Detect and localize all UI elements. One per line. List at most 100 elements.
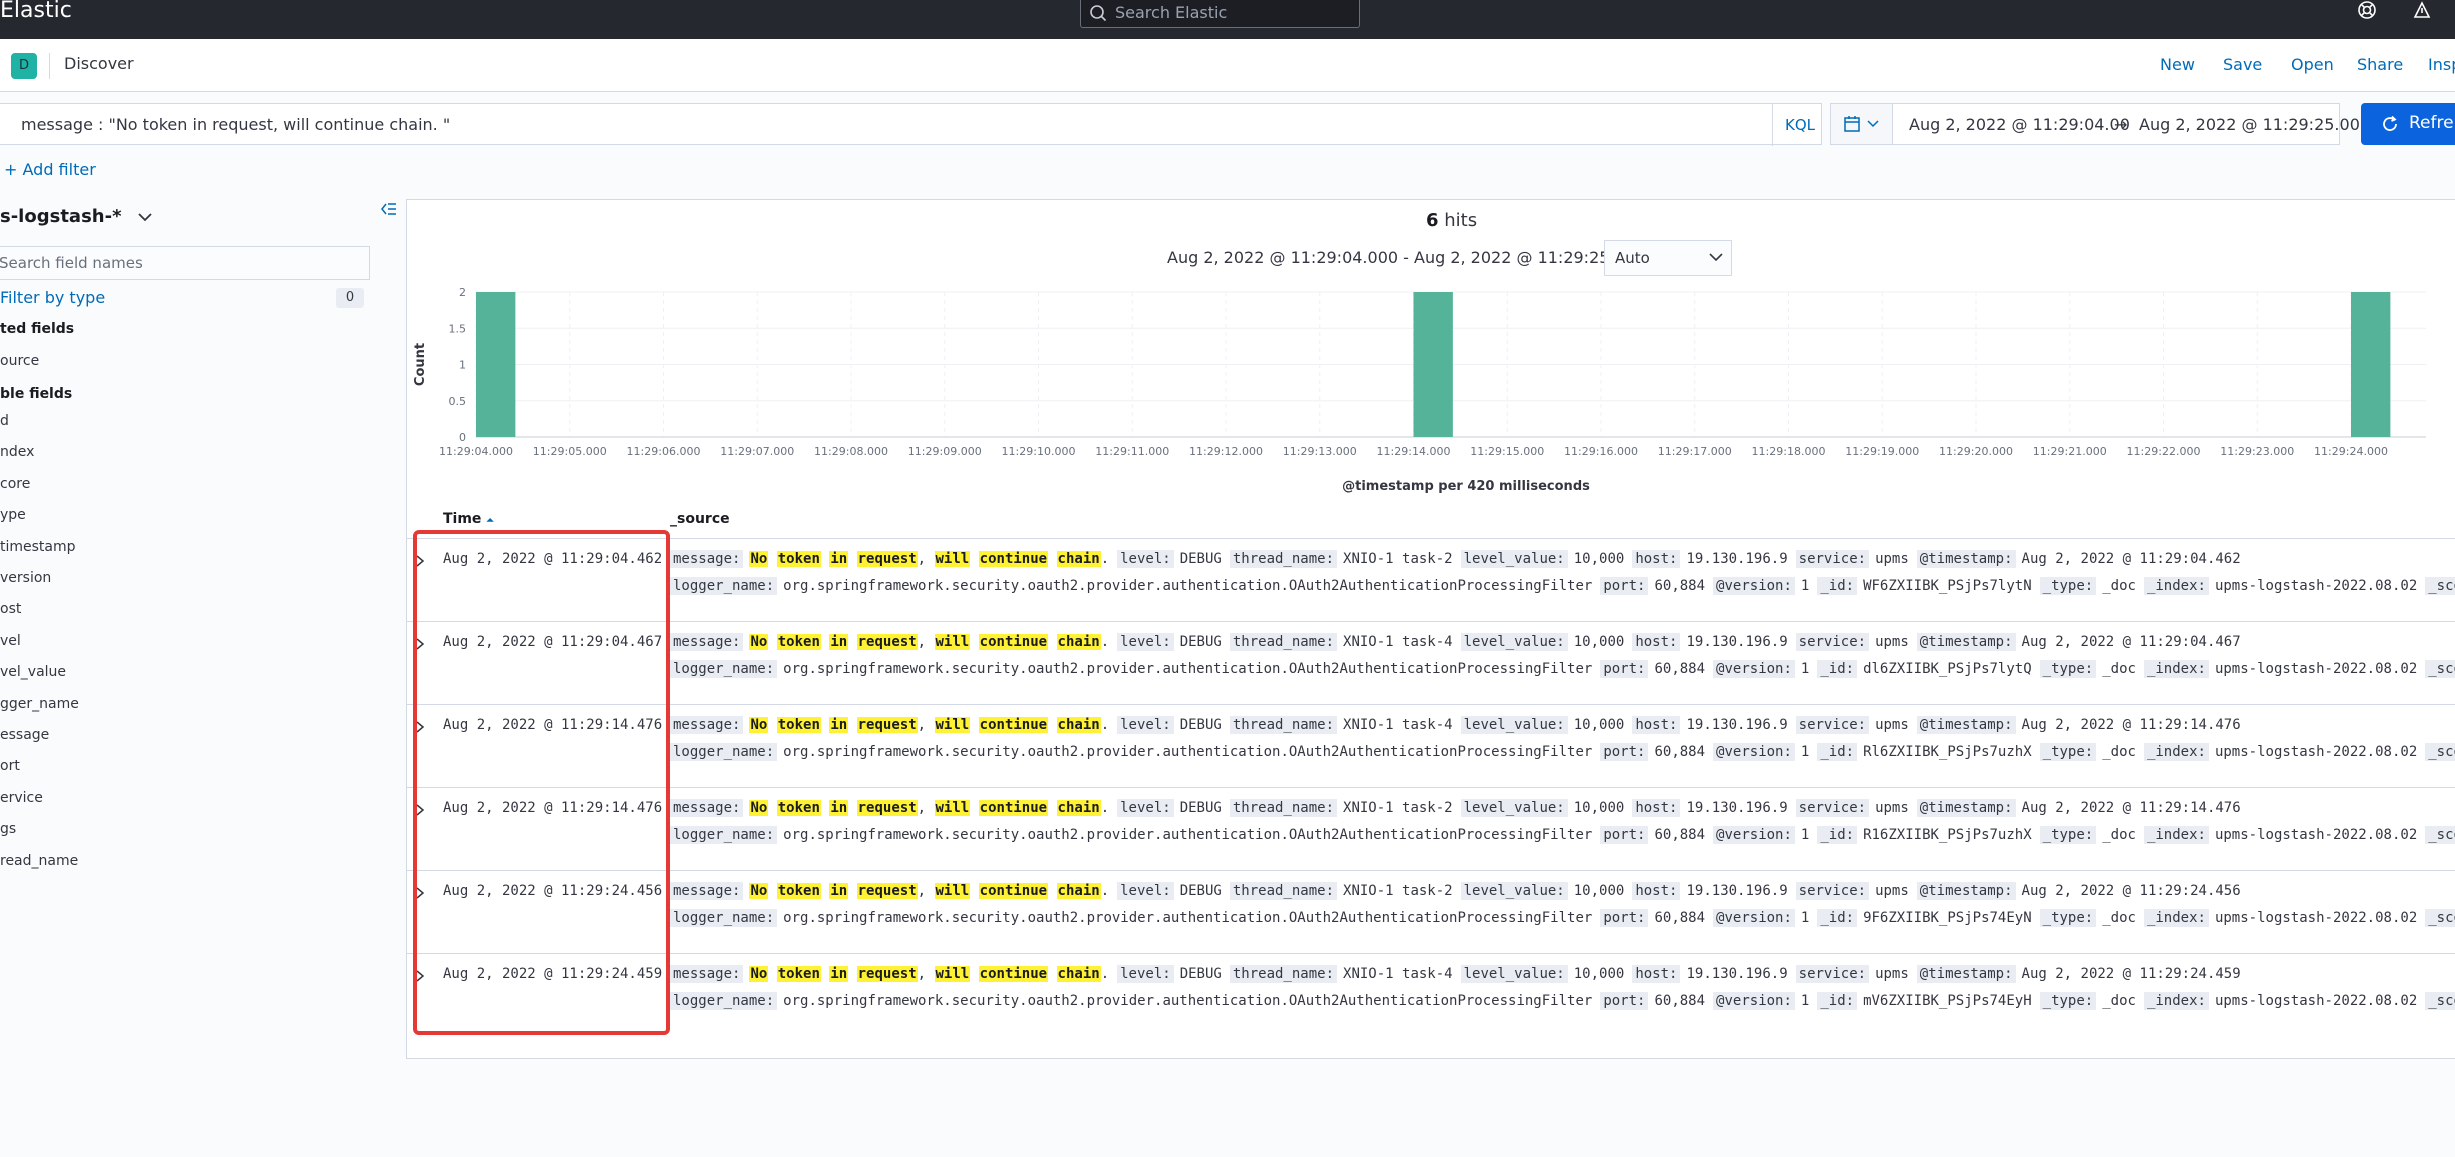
field-key-thread-name: thread_name:: [1229, 965, 1338, 983]
field-value-thread-name: XNIO-1 task-2: [1343, 551, 1453, 567]
field-value-thread-name: XNIO-1 task-2: [1343, 883, 1453, 899]
save-button[interactable]: Save: [2223, 55, 2262, 74]
field-value-thread-name: XNIO-1 task-4: [1343, 634, 1453, 650]
field-item[interactable]: essage: [0, 727, 49, 743]
expand-row-icon[interactable]: [415, 970, 425, 982]
field-value-level: DEBUG: [1179, 966, 1222, 982]
field-search-input[interactable]: Search field names: [0, 246, 370, 280]
field-item[interactable]: read_name: [0, 853, 78, 869]
breadcrumb-discover[interactable]: Discover: [64, 54, 134, 73]
field-value-message: No token in request, will continue chain…: [749, 551, 1109, 567]
add-filter-button[interactable]: + Add filter: [4, 160, 96, 179]
selected-fields-header: ted fields: [0, 321, 75, 337]
x-tick-label: 11:29:18.000: [1752, 445, 1826, 458]
field-value-message: No token in request, will continue chain…: [749, 966, 1109, 982]
interval-select[interactable]: Auto: [1604, 240, 1732, 276]
highlighted-term: token: [776, 800, 821, 816]
highlighted-term: chain: [1056, 717, 1101, 733]
highlighted-term: request: [856, 883, 918, 899]
field-item[interactable]: ource: [0, 353, 39, 369]
end-date[interactable]: Aug 2, 2022 @ 11:29:25.00: [2139, 115, 2360, 134]
field-item[interactable]: vel_value: [0, 664, 66, 680]
highlighted-term: request: [856, 966, 918, 982]
share-button[interactable]: Share: [2357, 55, 2403, 74]
field-item[interactable]: ervice: [0, 790, 43, 806]
help-icon[interactable]: [2357, 0, 2377, 20]
field-value-port: 60,884: [1654, 993, 1706, 1009]
field-key-service: service:: [1795, 550, 1870, 568]
x-tick-label: 11:29:09.000: [908, 445, 982, 458]
field-key-thread-name: thread_name:: [1229, 716, 1338, 734]
table-row: Aug 2, 2022 @ 11:29:04.467 message: No tok…: [406, 621, 2455, 704]
query-language-button[interactable]: KQL: [1772, 104, 1822, 146]
field-item[interactable]: d: [0, 413, 9, 429]
field-key-level-value: level_value:: [1460, 550, 1568, 568]
field-value-level-value: 10,000: [1573, 551, 1625, 567]
new-button[interactable]: New: [2160, 55, 2195, 74]
expand-row-icon[interactable]: [415, 721, 425, 733]
y-tick-label: 1: [459, 359, 466, 372]
field-value-level: DEBUG: [1179, 883, 1222, 899]
message-text: [970, 883, 978, 899]
message-text: [848, 800, 856, 816]
filter-count-badge: 0: [336, 288, 364, 308]
message-text: [768, 883, 776, 899]
row-timestamp: Aug 2, 2022 @ 11:29:14.476: [443, 717, 663, 733]
start-date[interactable]: Aug 2, 2022 @ 11:29:04.00: [1909, 115, 2130, 134]
column-header-time[interactable]: Time ⏶: [443, 511, 494, 527]
filter-by-type-button[interactable]: Filter by type: [0, 288, 105, 307]
field-value-type: _doc: [2102, 993, 2136, 1009]
query-input[interactable]: message : "No token in request, will con…: [0, 103, 1822, 146]
field-value-port: 60,884: [1654, 744, 1706, 760]
field-key-service: service:: [1795, 965, 1870, 983]
refresh-button[interactable]: Refre: [2361, 103, 2455, 145]
field-value-type: _doc: [2102, 827, 2136, 843]
field-value-message: No token in request, will continue chain…: [749, 800, 1109, 816]
field-item[interactable]: ndex: [0, 444, 34, 460]
newsfeed-icon[interactable]: [2412, 0, 2432, 20]
index-pattern-selector[interactable]: s-logstash-*: [0, 206, 152, 227]
field-key-version: @version:: [1713, 909, 1795, 927]
field-key-message: message:: [670, 550, 744, 568]
message-text: .: [1100, 800, 1110, 816]
field-item[interactable]: ype: [0, 507, 26, 523]
field-item[interactable]: timestamp: [0, 539, 76, 555]
field-key-type: _type:: [2039, 909, 2097, 927]
expand-row-icon[interactable]: [415, 887, 425, 899]
message-text: [768, 966, 776, 982]
highlighted-term: continue: [978, 717, 1049, 733]
field-item[interactable]: core: [0, 476, 30, 492]
expand-row-icon[interactable]: [415, 555, 425, 567]
field-item[interactable]: version: [0, 570, 51, 586]
message-text: [970, 551, 978, 567]
x-tick-label: 11:29:05.000: [533, 445, 607, 458]
elastic-logo[interactable]: Elastic: [0, 0, 72, 22]
field-item[interactable]: ost: [0, 601, 21, 617]
message-text: ,: [917, 800, 935, 816]
field-key-host: host:: [1632, 965, 1681, 983]
global-search-input[interactable]: Search Elastic: [1080, 0, 1360, 28]
message-text: [970, 634, 978, 650]
highlighted-term: chain: [1056, 883, 1101, 899]
quick-menu-button[interactable]: [1831, 104, 1893, 144]
open-button[interactable]: Open: [2291, 55, 2334, 74]
field-item[interactable]: gs: [0, 821, 16, 837]
field-value-logger-name: org.springframework.security.oauth2.prov…: [783, 744, 1593, 760]
expand-row-icon[interactable]: [415, 638, 425, 650]
field-item[interactable]: ort: [0, 758, 20, 774]
inspect-button[interactable]: Insp: [2428, 55, 2455, 74]
y-tick-label: 0: [459, 431, 466, 444]
field-value-timestamp: Aug 2, 2022 @ 11:29:24.456: [2021, 883, 2241, 899]
field-key-host: host:: [1632, 716, 1681, 734]
space-avatar[interactable]: D: [11, 53, 37, 79]
collapse-sidebar-icon[interactable]: [380, 200, 398, 218]
field-key-port: port:: [1600, 992, 1649, 1010]
message-text: .: [1100, 883, 1110, 899]
field-item[interactable]: vel: [0, 633, 21, 649]
expand-row-icon[interactable]: [415, 804, 425, 816]
message-text: ,: [917, 634, 935, 650]
field-key-host: host:: [1632, 633, 1681, 651]
highlighted-term: in: [829, 966, 849, 982]
field-item[interactable]: gger_name: [0, 696, 79, 712]
message-text: .: [1100, 966, 1110, 982]
